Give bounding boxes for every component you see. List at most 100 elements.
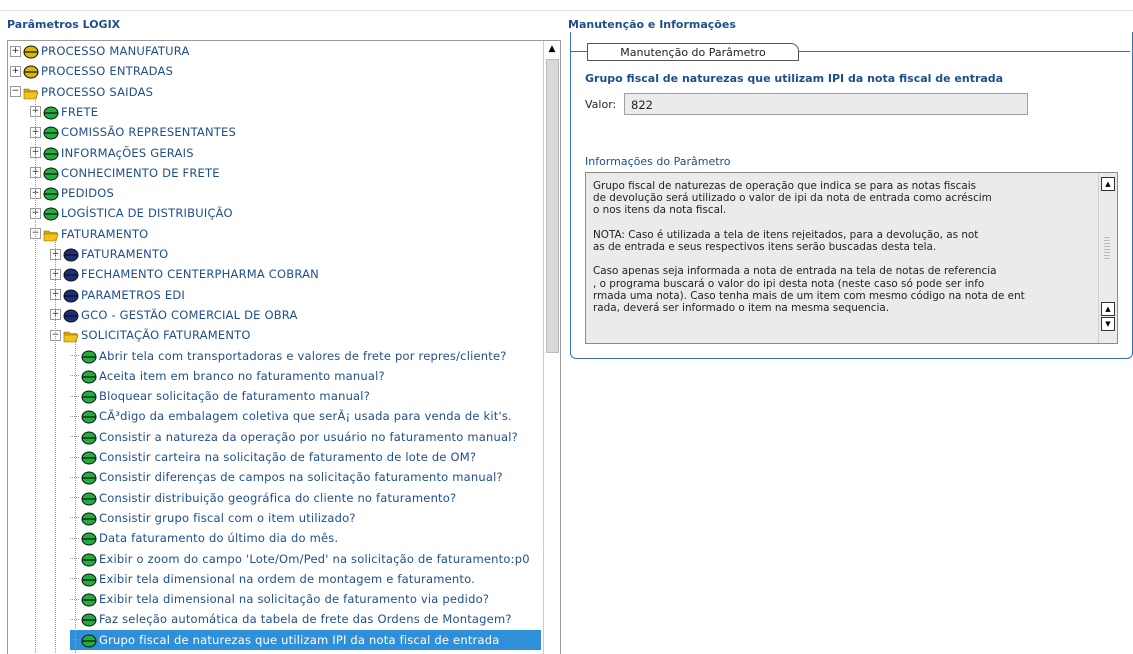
tree-scrollbar[interactable]: ▲ — [543, 41, 560, 654]
tree-label: PARAMETROS EDI — [81, 287, 185, 302]
tree-leaf[interactable]: Bloquear solicitação de faturamento manu… — [70, 386, 370, 406]
green-leaf-icon — [81, 612, 97, 627]
tree-label: COMISSÃO REPRESENTANTES — [61, 125, 236, 140]
tree-node[interactable]: − FATURAMENTO — [30, 224, 148, 244]
green-leaf-icon — [81, 552, 97, 566]
tree-node[interactable]: − SOLICITAÇÃO FATURAMENTO — [50, 325, 251, 345]
green-leaf-icon — [81, 389, 97, 404]
tree-node[interactable]: + PROCESSO ENTRADAS — [10, 61, 173, 81]
tree-leaf[interactable]: Grupo fiscal de naturezas que utilizam I… — [70, 629, 541, 650]
navy-bullet-icon — [63, 288, 79, 303]
tree-guide-line — [35, 96, 37, 654]
green-leaf-icon — [81, 491, 97, 506]
tree-label: Grupo fiscal de naturezas que utilizam I… — [99, 632, 500, 647]
scroll-down-icon[interactable]: ▼ — [1101, 317, 1115, 331]
scroll-up-icon[interactable]: ▲ — [1101, 302, 1115, 316]
green-bullet-icon — [43, 166, 59, 181]
tree-leaf[interactable]: Consistir diferenças de campos na solici… — [70, 467, 503, 487]
tree-label: Exibir o zoom do campo 'Lote/Om/Ped' na … — [99, 551, 530, 566]
tree-label: Exibir tela dimensional na ordem de mont… — [99, 571, 475, 586]
tree-leaf[interactable]: Abrir tela com transportadoras e valores… — [70, 346, 507, 366]
tree-label: Exibir tela dimensional na solicitação d… — [99, 592, 490, 607]
tree-label: CÃ³digo da embalagem coletiva que serÃ¡ … — [99, 409, 512, 424]
scroll-up-icon[interactable]: ▲ — [544, 41, 560, 57]
green-leaf-icon — [81, 531, 97, 546]
tree-label: GCO - GESTÃO COMERCIAL DE OBRA — [81, 307, 298, 322]
green-bullet-icon — [43, 146, 59, 160]
fieldset-border — [571, 51, 587, 52]
info-textarea[interactable]: Grupo fiscal de naturezas de operação qu… — [585, 172, 1118, 344]
green-bullet-icon — [43, 105, 59, 120]
tree-node[interactable]: + FATURAMENTO — [50, 244, 168, 264]
tree-leaf[interactable]: Exibir tela dimensional na solicitação d… — [70, 589, 489, 609]
green-bullet-icon — [43, 206, 59, 221]
green-leaf-icon — [81, 592, 97, 607]
tree-label: PEDIDOS — [61, 186, 115, 201]
tree-leaf[interactable]: Exibir tela dimensional na ordem de mont… — [70, 569, 475, 589]
tree-label: Consistir carteira na solicitação de fat… — [99, 450, 477, 464]
tree-label: FATURAMENTO — [61, 226, 149, 241]
fieldset-legend: Manutenção do Parâmetro — [587, 43, 799, 61]
tree-label: SOLICITAÇÃO FATURAMENTO — [81, 328, 251, 343]
tree-label: Consistir grupo fiscal com o item utiliz… — [99, 510, 356, 525]
scroll-grip-icon — [1104, 235, 1110, 259]
green-leaf-icon — [81, 409, 97, 424]
tree-leaf[interactable]: Consistir distribuição geográfica do cli… — [70, 488, 456, 508]
tree-node[interactable]: + PEDIDOS — [30, 183, 114, 203]
info-text: Grupo fiscal de naturezas de operação qu… — [593, 180, 1025, 315]
tree-node[interactable]: + PROCESSO MANUFATURA — [10, 41, 190, 61]
top-divider — [0, 10, 1133, 11]
collapse-icon[interactable]: − — [10, 86, 21, 98]
tree-leaf[interactable]: Data faturamento do último dia do mês. — [70, 528, 338, 548]
left-panel-title: Parâmetros LOGIX — [7, 18, 121, 31]
tree-label: FRETE — [61, 104, 99, 119]
yellow-bullet-icon — [23, 64, 39, 79]
tree-label: PROCESSO ENTRADAS — [41, 64, 174, 79]
tree-node[interactable]: + FRETE — [30, 102, 98, 122]
info-label: Informações do Parâmetro — [585, 155, 731, 168]
tree-leaf[interactable]: Consistir grupo fiscal com o item utiliz… — [70, 508, 356, 528]
tree-leaf[interactable]: CÃ³digo da embalagem coletiva que serÃ¡ … — [70, 406, 512, 426]
parameter-tree[interactable]: + PROCESSO MANUFATURA + PROCESSO ENTRADAS − P… — [7, 40, 561, 654]
tree-node[interactable]: + FECHAMENTO CENTERPHARMA COBRAN — [50, 264, 319, 284]
scroll-up-icon[interactable]: ▲ — [1101, 177, 1115, 191]
green-leaf-icon — [81, 450, 97, 465]
tree-node[interactable]: + GCO - GESTÃO COMERCIAL DE OBRA — [50, 305, 298, 325]
tree-node[interactable]: + LOGÍSTICA DE DISTRIBUIÇÃO — [30, 203, 233, 223]
tree-leaf[interactable]: Aceita item em branco no faturamento man… — [70, 366, 385, 386]
tree-node[interactable]: + COMISSÃO REPRESENTANTES — [30, 122, 236, 142]
tree-label: Bloquear solicitação de faturamento manu… — [99, 389, 371, 404]
expand-icon[interactable]: + — [10, 45, 21, 57]
tree-node[interactable]: + INFORMAçÕES GERAIS — [30, 143, 194, 163]
scroll-thumb[interactable] — [546, 59, 559, 353]
navy-bullet-icon — [63, 247, 79, 262]
expand-icon[interactable]: + — [10, 65, 21, 77]
tree-label: CONHECIMENTO DE FRETE — [61, 165, 220, 180]
parameter-name: Grupo fiscal de naturezas que utilizam I… — [585, 72, 1004, 85]
tree-leaf[interactable]: Exibir o zoom do campo 'Lote/Om/Ped' na … — [70, 549, 530, 569]
tree-guide-line — [75, 340, 77, 654]
green-leaf-icon — [81, 430, 97, 445]
tree-leaf[interactable]: Consistir a natureza da operação por usu… — [70, 427, 518, 447]
tree-node[interactable]: + CONHECIMENTO DE FRETE — [30, 163, 220, 183]
green-leaf-icon — [81, 369, 97, 384]
green-leaf-icon — [81, 572, 97, 587]
fieldset-border — [798, 51, 1130, 52]
tree-label: LOGÍSTICA DE DISTRIBUIÇÃO — [61, 206, 233, 221]
navy-bullet-icon — [63, 308, 79, 323]
green-leaf-icon — [81, 470, 97, 485]
navy-bullet-icon — [63, 267, 79, 282]
green-leaf-icon — [81, 511, 97, 526]
tree-label: Consistir a natureza da operação por usu… — [99, 429, 518, 444]
tree-label: Consistir diferenças de campos na solici… — [99, 470, 503, 485]
info-scrollbar[interactable]: ▲ ▲ ▼ — [1098, 173, 1117, 343]
value-field[interactable]: 822 — [624, 93, 1028, 115]
tree-label: FATURAMENTO — [81, 247, 169, 261]
tree-node[interactable]: + PARAMETROS EDI — [50, 285, 185, 305]
green-bullet-icon — [43, 125, 59, 140]
tree-node[interactable]: − PROCESSO SAIDAS — [10, 82, 153, 102]
tree-leaf[interactable]: Faz seleção automática da tabela de fret… — [70, 609, 512, 629]
tree-leaf[interactable]: Consistir carteira na solicitação de fat… — [70, 447, 476, 467]
green-leaf-icon — [81, 633, 97, 648]
tree-label: INFORMAçÕES GERAIS — [61, 145, 194, 160]
